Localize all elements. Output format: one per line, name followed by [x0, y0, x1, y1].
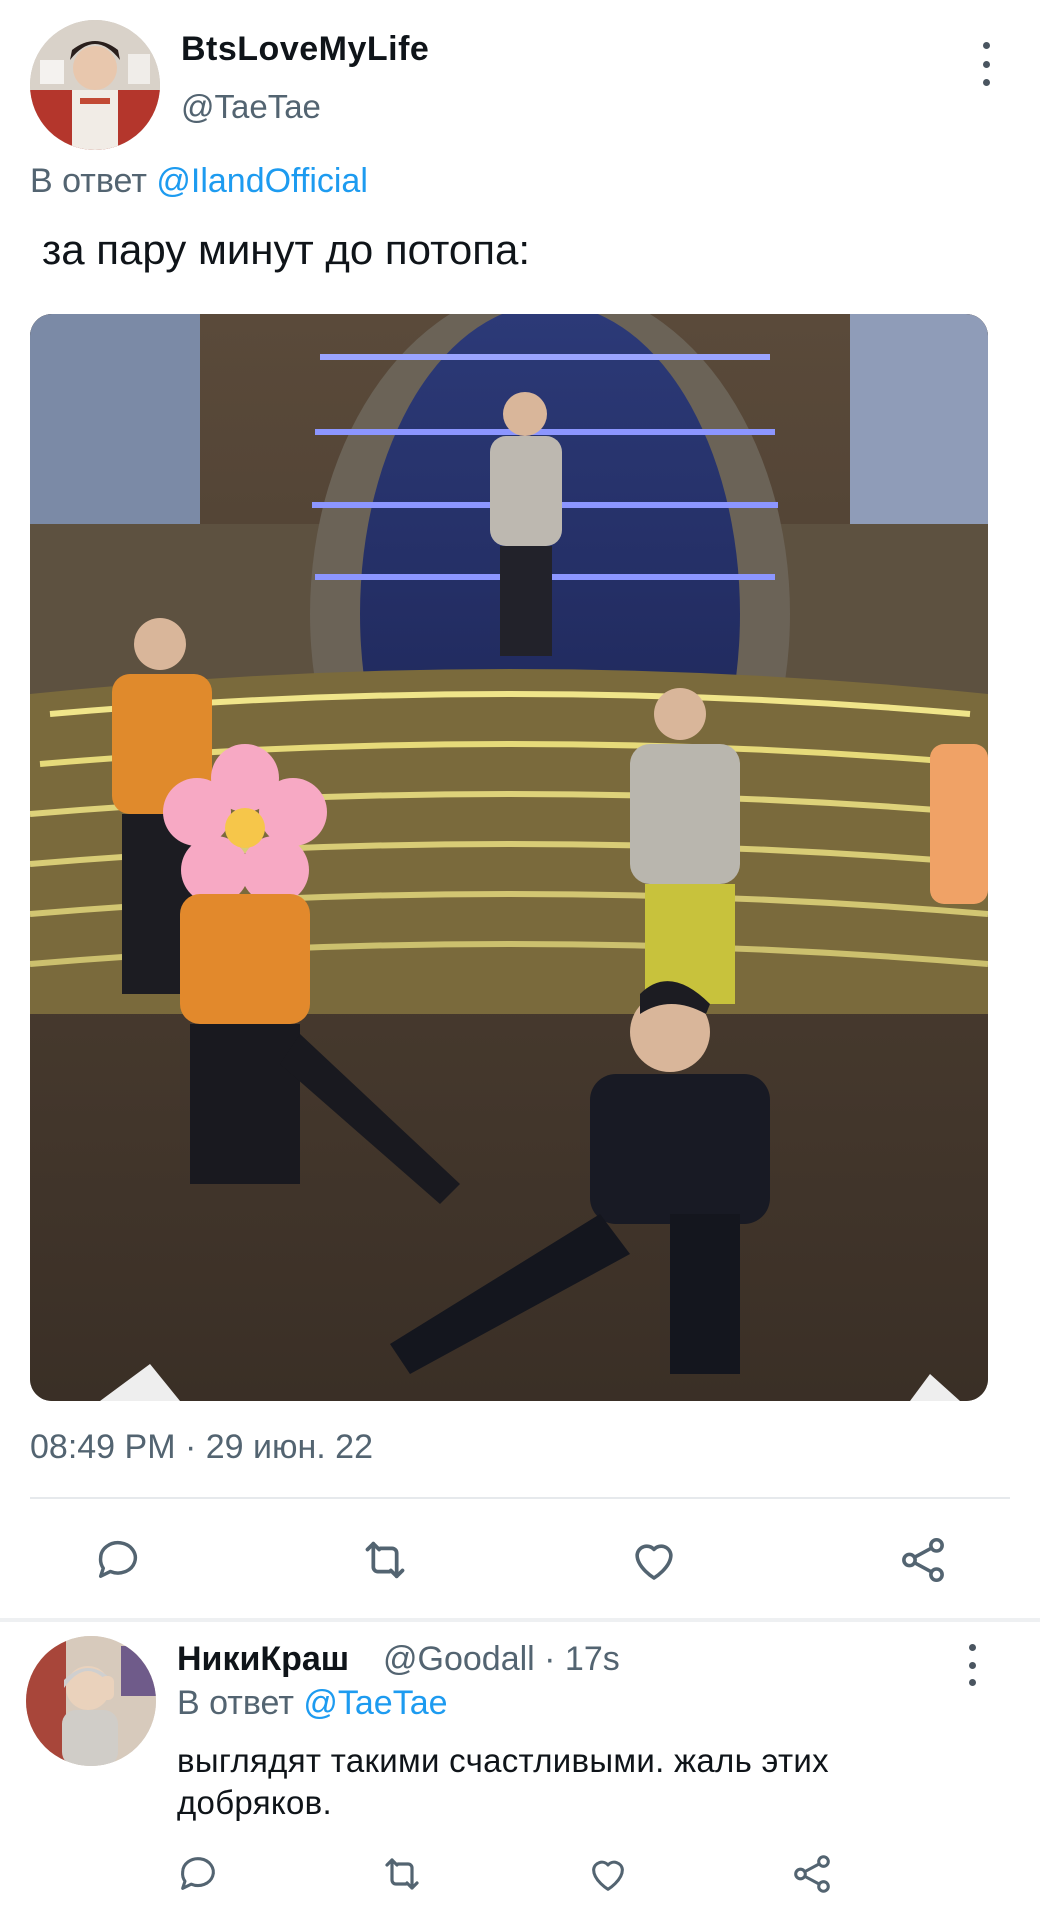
more-options-icon[interactable] — [952, 1644, 992, 1686]
share-icon — [902, 1537, 944, 1583]
like-button[interactable] — [582, 1848, 634, 1900]
author-avatar[interactable] — [30, 20, 160, 150]
reply-prefix: В ответ — [177, 1684, 294, 1722]
reply-context: В ответ @IlandOfficial — [30, 162, 368, 201]
heart-icon — [635, 1544, 673, 1580]
heart-icon — [592, 1860, 624, 1891]
comment-icon — [181, 1857, 215, 1890]
tweet-detail: BtsLoveMyLife @TaeTae В ответ @IlandOffi… — [0, 0, 1040, 1618]
reply-button[interactable] — [88, 1530, 148, 1590]
reply-prefix: В ответ — [30, 162, 147, 200]
retweet-button[interactable] — [355, 1530, 415, 1590]
reply-text: выглядят такими счастливыми. жаль этих д… — [177, 1742, 829, 1821]
comment-icon — [98, 1540, 138, 1578]
share-icon — [794, 1855, 830, 1893]
retweet-button[interactable] — [376, 1848, 428, 1900]
share-button[interactable] — [786, 1848, 838, 1900]
retweet-icon — [365, 1541, 405, 1579]
reply-mention-link[interactable]: @IlandOfficial — [156, 162, 368, 200]
reply-author-name[interactable]: НикиКраш — [177, 1640, 349, 1679]
tweet-media-image[interactable] — [30, 314, 988, 1401]
reply-context: В ответ @TaeTae — [177, 1684, 448, 1723]
share-button[interactable] — [893, 1530, 953, 1590]
author-handle[interactable]: @TaeTae — [181, 88, 321, 126]
like-button[interactable] — [624, 1530, 684, 1590]
author-display-name[interactable]: BtsLoveMyLife — [181, 30, 429, 69]
divider — [30, 1497, 1010, 1499]
media-photo — [30, 314, 988, 1401]
reply-mention-link[interactable]: @TaeTae — [303, 1684, 447, 1722]
avatar-image — [26, 1636, 156, 1766]
tweet-text: за пару минут до потопа: — [42, 226, 530, 273]
reply-author-avatar[interactable] — [26, 1636, 156, 1766]
avatar-image — [30, 20, 160, 150]
retweet-icon — [385, 1858, 419, 1890]
tweet-timestamp: 08:49 PM · 29 июн. 22 — [30, 1428, 373, 1466]
reply-author-handle-time[interactable]: @Goodall · 17s — [383, 1640, 620, 1679]
reply-button[interactable] — [172, 1848, 224, 1900]
more-options-icon[interactable] — [966, 42, 1006, 86]
reply-tweet[interactable]: НикиКраш @Goodall · 17s В ответ @TaeTae … — [0, 1622, 1040, 1920]
